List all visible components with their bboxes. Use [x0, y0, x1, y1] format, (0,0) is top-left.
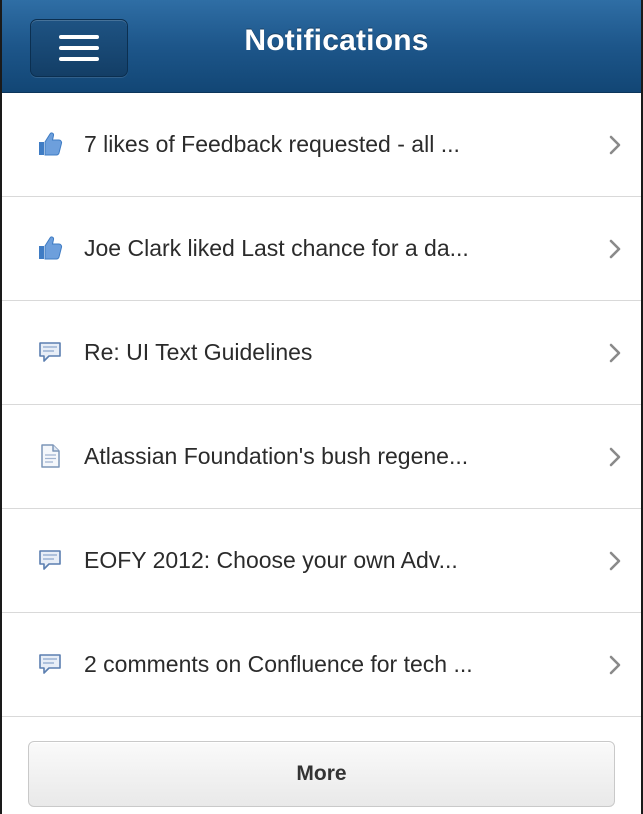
notification-text: Re: UI Text Guidelines	[84, 339, 313, 365]
more-button[interactable]: More	[28, 741, 615, 807]
notification-row[interactable]: Joe Clark liked Last chance for a da...	[2, 197, 641, 301]
comment-icon	[39, 654, 61, 674]
thumbs-up-icon	[39, 236, 63, 260]
app-frame: Notifications 7 likes of Feedback reques…	[0, 0, 643, 814]
notification-row[interactable]: Atlassian Foundation's bush regene...	[2, 405, 641, 509]
page-title: Notifications	[244, 24, 429, 57]
chevron-right-icon	[609, 551, 621, 571]
comment-icon	[39, 342, 61, 362]
chevron-right-icon	[609, 239, 621, 259]
chevron-right-icon	[609, 655, 621, 675]
chevron-right-icon	[609, 343, 621, 363]
notification-row[interactable]: 7 likes of Feedback requested - all ...	[2, 93, 641, 197]
notification-row[interactable]: Re: UI Text Guidelines	[2, 301, 641, 405]
thumbs-up-icon	[39, 132, 63, 156]
notification-text: Atlassian Foundation's bush regene...	[84, 443, 469, 469]
notification-list: 7 likes of Feedback requested - all ... …	[2, 93, 641, 717]
chevron-right-icon	[609, 135, 621, 155]
notification-text: 2 comments on Confluence for tech ...	[84, 651, 473, 677]
comment-icon	[39, 550, 61, 570]
header-bar: Notifications	[2, 0, 641, 93]
notification-row[interactable]: 2 comments on Confluence for tech ...	[2, 613, 641, 717]
chevron-right-icon	[609, 447, 621, 467]
notification-row[interactable]: EOFY 2012: Choose your own Adv...	[2, 509, 641, 613]
more-container: More	[28, 741, 615, 807]
notification-text: 7 likes of Feedback requested - all ...	[84, 131, 460, 157]
notification-text: Joe Clark liked Last chance for a da...	[84, 235, 469, 261]
notification-text: EOFY 2012: Choose your own Adv...	[84, 547, 458, 573]
page-icon	[41, 444, 60, 468]
